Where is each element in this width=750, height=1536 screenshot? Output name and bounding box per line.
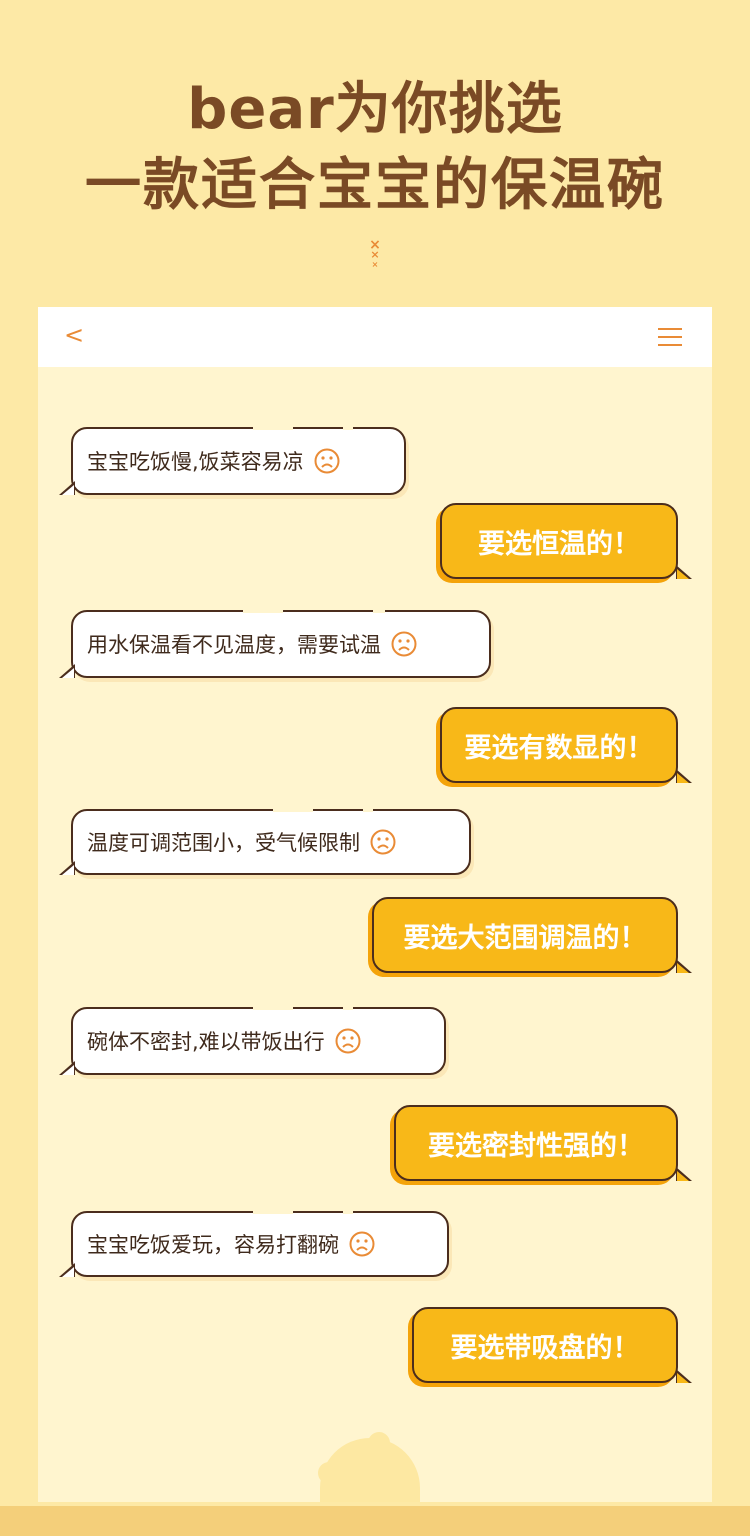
app-bar: <	[38, 307, 712, 367]
bubble-tail	[59, 861, 75, 875]
answer-text: 要选有数显的！	[464, 732, 654, 764]
question-text: 温度可调范围小，受气候限制	[87, 831, 360, 855]
bubble-tail	[676, 1369, 692, 1383]
answer-text: 要选带吸盘的！	[450, 1332, 640, 1364]
answer-bubble: 要选恒温的！	[440, 503, 692, 579]
cross-mark-icon: ×	[371, 260, 379, 269]
sad-face-icon	[349, 1231, 375, 1257]
bear-ear	[318, 1462, 340, 1484]
answer-text: 要选恒温的！	[478, 528, 640, 560]
question-bubble: 宝宝吃饭慢,饭菜容易凉	[59, 426, 406, 495]
bubble-tail	[676, 959, 692, 973]
question-bubble: 温度可调范围小，受气候限制	[59, 808, 471, 875]
answer-bubble: 要选有数显的！	[440, 707, 692, 783]
bubble-tail	[676, 1167, 692, 1181]
question-text: 宝宝吃饭爱玩，容易打翻碗	[87, 1233, 339, 1257]
sad-face-icon	[391, 631, 417, 657]
bubble-gap	[343, 1006, 353, 1010]
hamburger-menu-icon	[658, 328, 682, 330]
bubble-gap	[363, 808, 373, 812]
bubble-gap	[253, 1006, 293, 1010]
bubble-gap	[273, 808, 313, 812]
bubble-tail	[59, 664, 75, 678]
question-text: 碗体不密封,难以带饭出行	[87, 1030, 325, 1054]
bubble-tail	[59, 1263, 75, 1277]
answer-bubble: 要选大范围调温的！	[372, 897, 692, 973]
bubble-gap	[343, 1210, 353, 1214]
decoration-marks: × × ×	[0, 238, 750, 270]
bubble-gap	[253, 1210, 293, 1214]
chevron-left-icon: <	[64, 321, 85, 349]
menu-line	[658, 336, 682, 338]
answer-bubble: 要选带吸盘的！	[412, 1307, 692, 1383]
question-text: 用水保温看不见温度，需要试温	[87, 633, 381, 657]
headline-line-1: bear为你挑选	[187, 77, 563, 142]
bubble-gap	[243, 609, 283, 613]
question-bubble: 宝宝吃饭爱玩，容易打翻碗	[59, 1210, 449, 1277]
headline: bear为你挑选 一款适合宝宝的保温碗	[0, 70, 750, 222]
answer-text: 要选密封性强的！	[428, 1130, 644, 1162]
question-bubble: 用水保温看不见温度，需要试温	[59, 609, 491, 678]
answer-text: 要选大范围调温的！	[403, 922, 647, 954]
bubble-tail	[676, 769, 692, 783]
bear-ear	[368, 1432, 390, 1454]
bubble-tail	[59, 481, 75, 495]
cross-mark-icon: ×	[370, 248, 380, 261]
bubble-gap	[343, 426, 353, 430]
menu-line	[658, 344, 682, 346]
question-text: 宝宝吃饭慢,饭菜容易凉	[87, 450, 304, 474]
bubble-tail	[59, 1061, 75, 1075]
sad-face-icon	[370, 829, 396, 855]
answer-bubble: 要选密封性强的！	[394, 1105, 692, 1181]
menu-button[interactable]	[658, 328, 682, 346]
headline-line-2: 一款适合宝宝的保温碗	[85, 153, 665, 218]
bubble-gap	[373, 609, 385, 613]
page-bottom-border	[0, 1506, 750, 1536]
sad-face-icon	[314, 448, 340, 474]
back-button[interactable]: <	[64, 321, 84, 349]
chat-screen: < 宝宝吃饭慢,饭菜容易凉 要选恒温的！ 用水保温看不见温度，需要试温 要选有数…	[38, 307, 712, 1502]
sad-face-icon	[335, 1028, 361, 1054]
question-bubble: 碗体不密封,难以带饭出行	[59, 1006, 446, 1075]
bubble-gap	[253, 426, 293, 430]
bubble-tail	[676, 565, 692, 579]
